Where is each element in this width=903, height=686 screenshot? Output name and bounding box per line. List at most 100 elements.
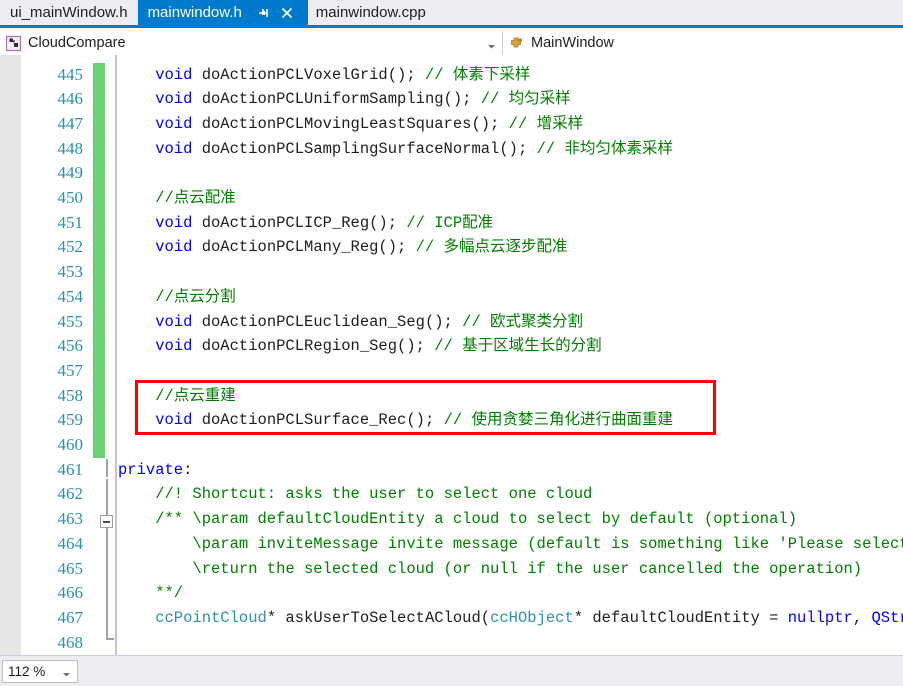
- code-token: doActionPCLEuclidean_Seg();: [192, 312, 463, 331]
- line-number: 462: [57, 484, 84, 504]
- code-line[interactable]: void doActionPCLSamplingSurfaceNormal();…: [155, 137, 673, 162]
- code-token: // 使用贪婪三角化进行曲面重建: [443, 411, 673, 430]
- line-number: 452: [57, 237, 84, 257]
- code-line[interactable]: void doActionPCLSurface_Rec(); // 使用贪婪三角…: [155, 408, 673, 433]
- line-number: 449: [57, 163, 84, 183]
- code-token: // 基于区域生长的分割: [434, 337, 602, 356]
- code-line[interactable]: void doActionPCLVoxelGrid(); // 体素下采样: [155, 63, 530, 88]
- code-line[interactable]: void doActionPCLMany_Reg(); // 多幅点云逐步配准: [155, 235, 567, 260]
- code-token: * askUserToSelectACloud(: [266, 608, 491, 627]
- chevron-down-icon[interactable]: [487, 39, 496, 48]
- code-line[interactable]: ccPointCloud* askUserToSelectACloud(ccHO…: [155, 606, 903, 631]
- navigation-bar: CloudCompare MainWindow: [0, 31, 903, 55]
- line-number: 456: [57, 336, 84, 356]
- code-token: doActionPCLSurface_Rec();: [192, 411, 444, 430]
- project-selector[interactable]: CloudCompare: [0, 31, 503, 55]
- class-selector[interactable]: MainWindow: [503, 31, 903, 55]
- code-token: void: [155, 90, 193, 109]
- tab-ui-mainwindow-h[interactable]: ui_mainWindow.h: [0, 0, 138, 25]
- code-line[interactable]: void doActionPCLRegion_Seg(); // 基于区域生长的…: [155, 334, 601, 359]
- tab-label: mainwindow.h: [147, 4, 242, 21]
- code-token: void: [155, 337, 193, 356]
- line-number: 458: [57, 385, 84, 405]
- code-token: nullptr: [787, 608, 853, 627]
- tab-label: ui_mainWindow.h: [10, 4, 128, 21]
- code-token: // 增采样: [508, 114, 584, 133]
- code-token: ccPointCloud: [155, 608, 267, 627]
- code-token: //点云配准: [155, 189, 236, 207]
- code-token: void: [155, 65, 193, 84]
- line-number: 468: [57, 632, 84, 652]
- pin-icon[interactable]: [256, 6, 270, 20]
- tab-mainwindow-cpp[interactable]: mainwindow.cpp: [303, 0, 436, 25]
- code-line[interactable]: /** \param defaultCloudEntity a cloud to…: [155, 507, 797, 532]
- code-line[interactable]: void doActionPCLUniformSampling(); // 均匀…: [155, 87, 570, 112]
- visual-studio-editor-window: ui_mainWindow.h mainwindow.h mainwindow.…: [0, 0, 903, 686]
- code-token: // ICP配准: [406, 213, 494, 232]
- code-token: /** \param defaultCloudEntity a cloud to…: [155, 510, 797, 529]
- code-line[interactable]: //点云分割: [155, 285, 236, 310]
- code-line[interactable]: \param inviteMessage invite message (def…: [192, 532, 903, 557]
- code-token: doActionPCLUniformSampling();: [192, 90, 481, 109]
- line-number: 464: [57, 533, 84, 553]
- code-line[interactable]: //点云配准: [155, 186, 236, 211]
- tab-actions: [256, 6, 294, 20]
- code-token: void: [155, 238, 193, 257]
- line-number: 451: [57, 212, 84, 232]
- code-token: private: [118, 460, 184, 479]
- editor-tab-bar: ui_mainWindow.h mainwindow.h mainwindow.…: [0, 0, 903, 28]
- project-label: CloudCompare: [28, 35, 126, 51]
- code-token: // 欧式聚类分割: [462, 312, 584, 331]
- line-number: 454: [57, 286, 84, 306]
- code-line[interactable]: void doActionPCLICP_Reg(); // ICP配准: [155, 211, 493, 236]
- chevron-down-icon[interactable]: [62, 667, 71, 677]
- line-number: 445: [57, 64, 84, 84]
- code-token: void: [155, 114, 193, 133]
- class-icon: [509, 35, 526, 52]
- project-icon: [5, 35, 23, 52]
- code-token: void: [155, 213, 193, 232]
- code-line[interactable]: void doActionPCLEuclidean_Seg(); // 欧式聚类…: [155, 310, 583, 335]
- code-line[interactable]: private:: [118, 458, 192, 483]
- line-number: 467: [57, 607, 84, 627]
- line-number: 461: [57, 459, 84, 479]
- code-token: **/: [155, 584, 184, 603]
- code-token: doActionPCLICP_Reg();: [192, 213, 407, 232]
- tab-mainwindow-h[interactable]: mainwindow.h: [137, 0, 304, 25]
- tab-label: mainwindow.cpp: [315, 4, 426, 21]
- code-editor[interactable]: void doActionPCLVoxelGrid(); // 体素下采样 voi…: [0, 55, 903, 655]
- code-token: void: [155, 312, 193, 331]
- line-number: 459: [57, 410, 84, 430]
- code-token: ccHObject: [490, 608, 574, 627]
- zoom-level-selector[interactable]: 112 %: [2, 660, 78, 683]
- code-text-area[interactable]: void doActionPCLVoxelGrid(); // 体素下采样 voi…: [0, 55, 903, 655]
- code-token: // 均匀采样: [480, 90, 571, 109]
- code-token: // 体素下采样: [424, 65, 531, 84]
- line-number: 450: [57, 188, 84, 207]
- code-line[interactable]: **/: [155, 581, 183, 606]
- close-icon[interactable]: [280, 6, 294, 20]
- code-line[interactable]: \return the selected cloud (or null if t…: [192, 557, 862, 582]
- code-token: * defaultCloudEntity =: [573, 608, 788, 627]
- line-number: 465: [57, 558, 84, 578]
- code-token: QStri: [871, 608, 903, 627]
- line-number: 453: [57, 262, 84, 282]
- line-number: 466: [57, 583, 84, 603]
- code-token: //点云分割: [155, 287, 236, 306]
- line-number: 455: [57, 311, 84, 331]
- code-token: //点云重建: [155, 386, 236, 405]
- line-number: 446: [57, 89, 84, 109]
- zoom-level-value: 112 %: [8, 664, 46, 679]
- line-number: 448: [57, 138, 84, 158]
- code-token: void: [155, 139, 193, 158]
- code-token: doActionPCLMovingLeastSquares();: [192, 114, 509, 133]
- code-token: // 非均匀体素采样: [536, 139, 673, 158]
- code-token: doActionPCLVoxelGrid();: [192, 65, 425, 84]
- code-token: doActionPCLMany_Reg();: [192, 238, 416, 257]
- code-line[interactable]: void doActionPCLMovingLeastSquares(); //…: [155, 112, 583, 137]
- code-token: //! Shortcut: asks the user to select on…: [155, 485, 593, 504]
- code-token: \param inviteMessage invite message (def…: [192, 534, 903, 553]
- code-line[interactable]: //! Shortcut: asks the user to select on…: [155, 482, 592, 507]
- code-line[interactable]: //点云重建: [155, 384, 236, 409]
- code-token: \return the selected cloud (or null if t…: [192, 559, 863, 578]
